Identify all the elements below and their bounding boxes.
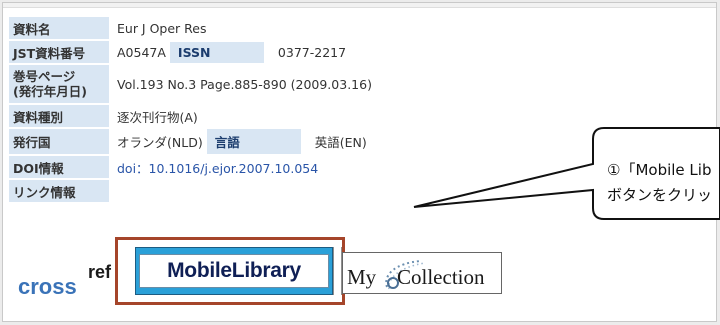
callout-line-2: ボタンをクリッ <box>607 186 713 204</box>
callout-line-1: ①「Mobile Lib <box>607 161 712 179</box>
callout-text: ①「Mobile Lib ボタンをクリッ <box>607 158 712 208</box>
